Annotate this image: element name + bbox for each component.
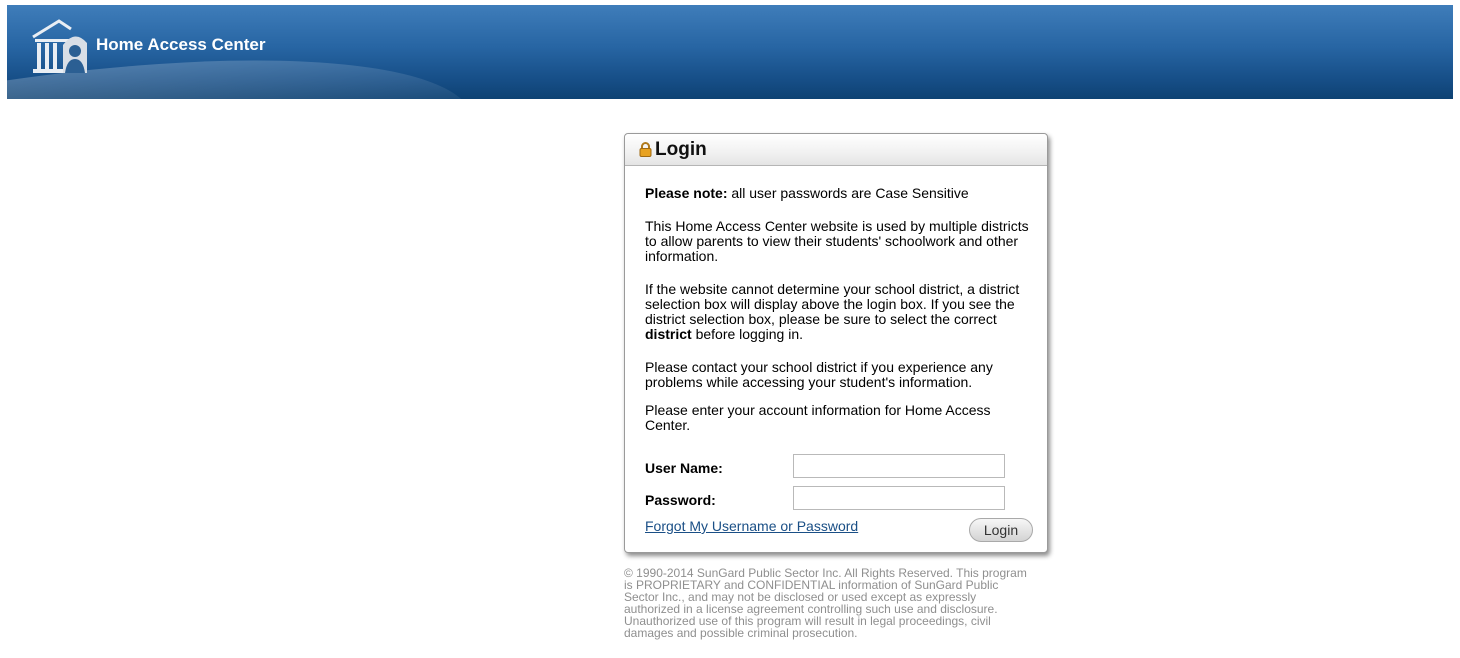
note-label: Please note: bbox=[645, 185, 728, 201]
intro-paragraph: This Home Access Center website is used … bbox=[645, 218, 1029, 264]
district-text-b: before logging in. bbox=[691, 326, 803, 342]
copyright-footer: © 1990-2014 SunGard Public Sector Inc. A… bbox=[624, 566, 1027, 640]
account-info-paragraph: Please enter your account information fo… bbox=[645, 402, 991, 433]
district-bold: district bbox=[645, 326, 692, 342]
case-sensitive-note: Please note: all user passwords are Case… bbox=[645, 186, 1029, 201]
app-title: Home Access Center bbox=[96, 35, 266, 54]
username-input[interactable] bbox=[793, 454, 1005, 478]
username-label: User Name: bbox=[645, 460, 723, 476]
app-header: Home Access Center bbox=[7, 5, 1453, 99]
password-input[interactable] bbox=[793, 486, 1005, 510]
forgot-credentials-link[interactable]: Forgot My Username or Password bbox=[645, 518, 858, 534]
padlock-icon bbox=[639, 142, 652, 157]
courthouse-person-icon bbox=[32, 19, 87, 73]
password-label: Password: bbox=[645, 492, 716, 508]
note-text: all user passwords are Case Sensitive bbox=[727, 185, 969, 201]
login-title: Login bbox=[655, 139, 707, 160]
district-paragraph: If the website cannot determine your sch… bbox=[645, 282, 1029, 342]
district-text-a: If the website cannot determine your sch… bbox=[645, 281, 1020, 327]
login-panel-header: Login bbox=[625, 134, 1047, 166]
login-panel: Login Please note: all user passwords ar… bbox=[624, 133, 1048, 553]
login-button[interactable]: Login bbox=[969, 518, 1033, 542]
contact-paragraph: Please contact your school district if y… bbox=[645, 359, 993, 390]
